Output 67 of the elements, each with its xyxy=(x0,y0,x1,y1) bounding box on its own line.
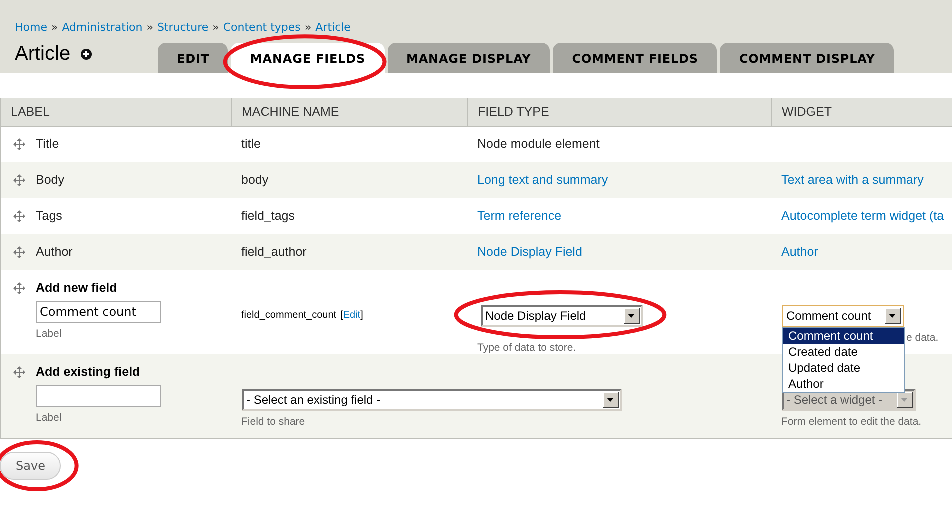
table-cell: Author xyxy=(36,245,73,259)
dropdown-option[interactable]: Created date xyxy=(782,344,904,360)
caret-icon xyxy=(607,398,614,402)
input-field[interactable]: Comment count xyxy=(36,301,161,323)
machine-name: field_comment_count xyxy=(242,310,337,321)
breadcrumb-separator: » xyxy=(146,21,154,34)
column-header: FIELD TYPE xyxy=(478,104,550,119)
drag-handle-icon xyxy=(13,138,26,151)
breadcrumb-separator: » xyxy=(304,21,312,34)
table-cell: Body xyxy=(36,173,64,187)
input-field[interactable] xyxy=(36,385,161,407)
link[interactable]: Node Display Field xyxy=(478,245,582,259)
add-icon xyxy=(80,48,92,60)
drag-handle-icon xyxy=(13,174,26,186)
tab[interactable]: COMMENT FIELDS xyxy=(553,43,718,73)
column-header: WIDGET xyxy=(782,104,832,119)
table-cell: Tags xyxy=(36,209,62,223)
table-cell: title xyxy=(242,137,261,152)
field-caption: e data. xyxy=(906,332,939,344)
page-title: Article xyxy=(15,42,71,66)
caret-icon xyxy=(901,398,908,402)
drag-handle-icon xyxy=(13,282,26,294)
row-title: Add existing field xyxy=(36,365,140,379)
breadcrumb-separator: » xyxy=(51,21,58,34)
bracket: [ xyxy=(340,310,344,321)
table-cell: field_tags xyxy=(242,209,296,223)
tab[interactable]: COMMENT DISPLAY xyxy=(720,43,894,73)
table-cell: field_author xyxy=(242,245,307,259)
link[interactable]: Autocomplete term widget (ta xyxy=(782,209,944,223)
dropdown[interactable]: Comment count xyxy=(782,305,904,327)
column-header: MACHINE NAME xyxy=(242,104,340,119)
field-caption: Form element to edit the data. xyxy=(782,416,922,428)
field-caption: Label xyxy=(36,328,62,340)
tab[interactable]: EDIT xyxy=(158,43,228,73)
dropdown-option[interactable]: Author xyxy=(782,376,904,392)
caret-icon xyxy=(889,314,896,318)
drag-handle-icon xyxy=(13,246,26,258)
row-title: Add new field xyxy=(36,281,118,295)
link[interactable]: Term reference xyxy=(478,209,562,223)
breadcrumb-link[interactable]: Content types xyxy=(223,21,301,34)
table-cell: Title xyxy=(36,137,60,152)
caret-icon xyxy=(628,314,635,318)
tab[interactable]: MANAGE DISPLAY xyxy=(388,43,550,73)
field-caption: Label xyxy=(36,412,62,424)
bracket: ] xyxy=(360,310,364,321)
save-button[interactable]: Save xyxy=(0,452,62,480)
dropdown-option[interactable]: Updated date xyxy=(782,360,904,376)
breadcrumb-link[interactable]: Structure xyxy=(157,21,209,34)
table-cell: body xyxy=(242,173,269,187)
drag-handle-icon xyxy=(13,210,26,222)
link[interactable]: Long text and summary xyxy=(478,173,608,187)
breadcrumb-link[interactable]: Article xyxy=(316,21,351,34)
field-caption: Field to share xyxy=(242,416,306,428)
column-header: LABEL xyxy=(11,104,50,119)
breadcrumb-separator: » xyxy=(212,21,220,34)
drag-handle-icon xyxy=(13,366,26,378)
field-caption: Type of data to store. xyxy=(478,342,576,354)
edit-link[interactable]: Edit xyxy=(343,310,361,321)
dropdown[interactable]: - Select an existing field - xyxy=(242,389,622,411)
table-cell: Node module element xyxy=(478,137,600,152)
link[interactable]: Author xyxy=(782,245,818,259)
breadcrumb-link[interactable]: Home xyxy=(15,21,48,34)
dropdown-option[interactable]: Comment count xyxy=(782,328,904,344)
link[interactable]: Text area with a summary xyxy=(782,173,924,187)
breadcrumb-link[interactable]: Administration xyxy=(62,21,143,34)
dropdown[interactable]: Node Display Field xyxy=(480,305,642,327)
tab[interactable]: MANAGE FIELDS xyxy=(231,43,385,73)
